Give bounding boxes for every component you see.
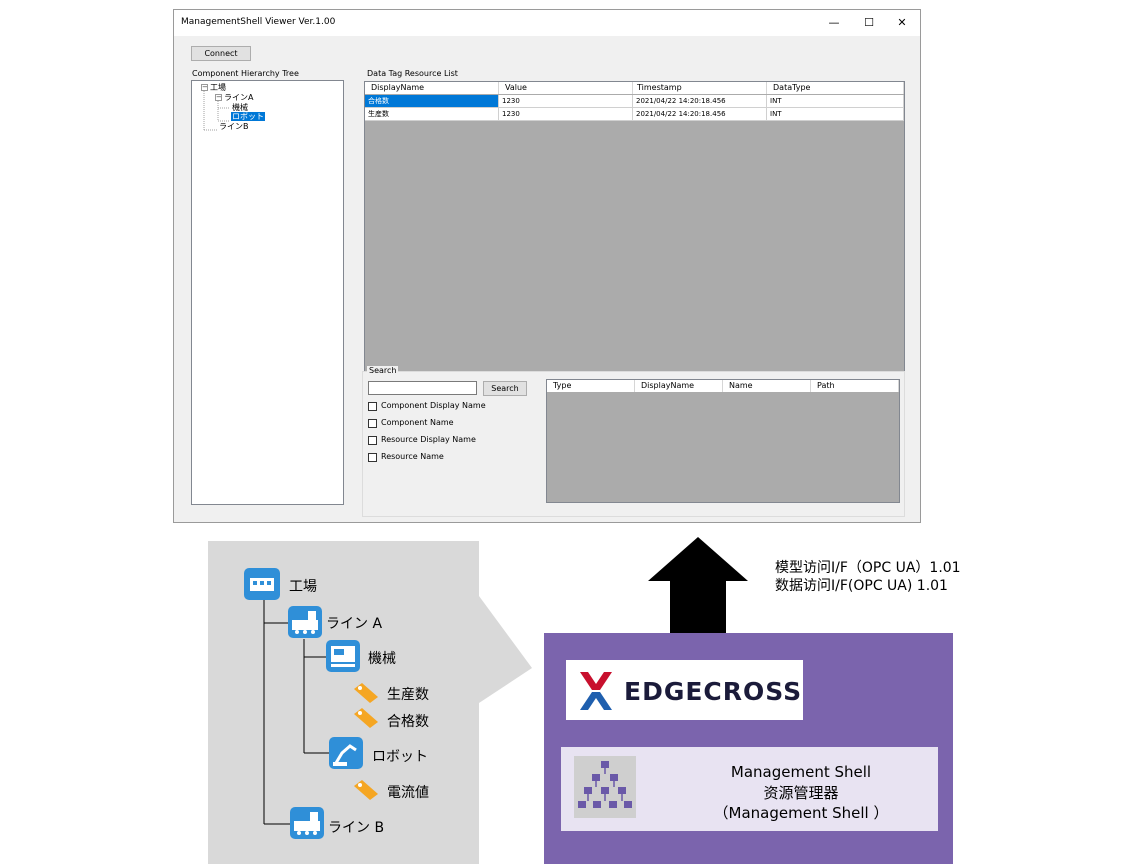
node-pass-count: 合格数 [387, 714, 429, 730]
robot-arm-icon [329, 737, 363, 769]
node-line-b: ライン B [328, 820, 385, 836]
tag-icon [354, 780, 378, 800]
node-production-count: 生産数 [387, 687, 429, 703]
hierarchy-diagram: 工場 ライン A 機械 生産数 合格数 ロボット 電流値 ライン B [208, 541, 479, 864]
logo-wordmark: EDGECROSS [624, 677, 803, 706]
edgecross-panel: EDGECROSS Management Shell 资源管理器 （Manage… [544, 633, 953, 864]
interface-line-data: 数据访问I/F(OPC UA) 1.01 [775, 578, 948, 594]
node-current-value: 電流値 [387, 785, 429, 801]
interface-line-model: 模型访问I/F（OPC UA）1.01 [775, 560, 961, 576]
interface-description: 模型访问I/F（OPC UA）1.01 数据访问I/F(OPC UA) 1.01 [775, 559, 961, 595]
node-line-a: ライン A [326, 616, 383, 632]
edgecross-logo: EDGECROSS [566, 660, 803, 720]
node-factory: 工場 [289, 579, 317, 595]
management-shell-box: Management Shell 资源管理器 （Management Shell… [561, 747, 938, 831]
hierarchy-pyramid-icon [574, 756, 636, 818]
ms-title: Management Shell [730, 763, 872, 781]
node-machine: 機械 [368, 651, 396, 667]
tag-icon [354, 683, 378, 703]
machine-icon [326, 640, 360, 672]
node-robot: ロボット [372, 749, 428, 765]
production-line-icon [290, 807, 324, 839]
production-line-icon [288, 606, 322, 638]
ms-caption: （Management Shell ） [713, 804, 889, 822]
ms-subtitle: 资源管理器 [763, 784, 839, 802]
factory-icon [244, 568, 280, 600]
up-arrow-icon [648, 537, 748, 633]
tag-icon [354, 708, 378, 728]
edgecross-x-icon [580, 672, 612, 710]
